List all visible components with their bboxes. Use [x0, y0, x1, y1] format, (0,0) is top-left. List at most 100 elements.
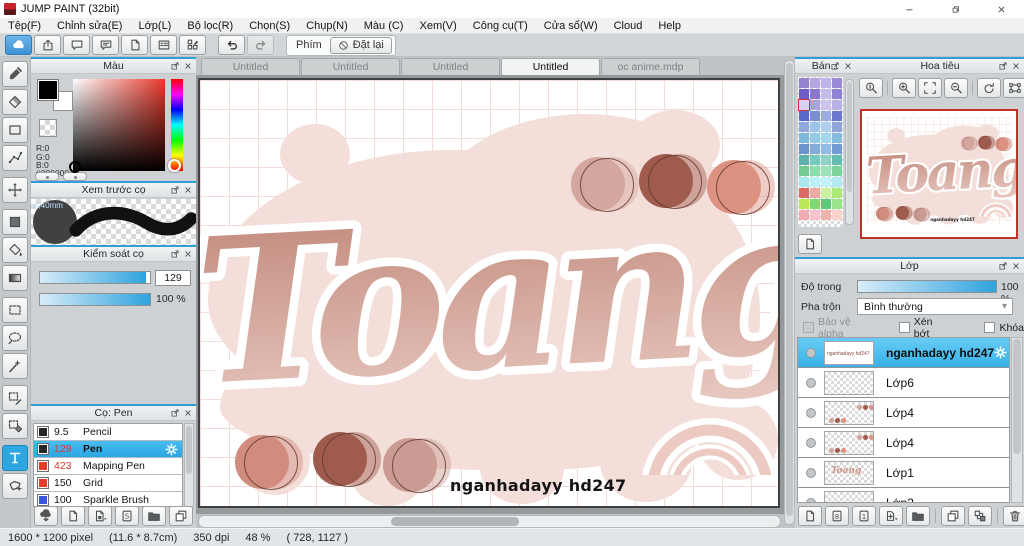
close-button[interactable]	[978, 0, 1024, 18]
tab-3[interactable]: Untitled	[501, 58, 600, 75]
menu-item-0[interactable]: Tệp(F)	[0, 18, 49, 34]
lock-checkbox[interactable]: Khóa	[984, 322, 1024, 334]
menu-item-2[interactable]: Lớp(L)	[130, 18, 179, 34]
foreground-color-swatch[interactable]	[37, 79, 59, 101]
brush-opacity-slider[interactable]	[39, 293, 151, 306]
new-8bit-layer-button[interactable]: 8	[825, 506, 849, 526]
palette-swatch[interactable]	[799, 89, 809, 99]
close-icon[interactable]	[183, 185, 193, 195]
palette-swatch[interactable]	[810, 166, 820, 176]
brush-folder-button[interactable]	[142, 506, 166, 526]
blend-mode-select[interactable]: Bình thường ▾	[857, 298, 1013, 315]
palette-swatch[interactable]	[821, 199, 831, 209]
gear-icon[interactable]	[165, 442, 178, 456]
tab-2[interactable]: Untitled	[401, 58, 500, 75]
brush-size-slider[interactable]	[39, 271, 151, 284]
palette-swatch[interactable]	[799, 144, 809, 154]
close-icon[interactable]	[183, 249, 193, 259]
shape-tool[interactable]	[2, 117, 28, 143]
popout-icon[interactable]	[170, 249, 180, 259]
delete-layer-button[interactable]	[1003, 506, 1024, 526]
protect-alpha-checkbox[interactable]: Bảo vệ alpha	[803, 316, 873, 340]
palette-swatch[interactable]	[799, 188, 809, 198]
popout-icon[interactable]	[170, 61, 180, 71]
palette-swatch[interactable]	[810, 100, 820, 110]
menu-item-8[interactable]: Công cụ(T)	[465, 18, 536, 34]
brush-row[interactable]: 100 Sparkle Brush	[34, 492, 182, 506]
saturation-value-picker[interactable]	[73, 79, 165, 171]
palette-swatch[interactable]	[799, 155, 809, 165]
lasso-tool[interactable]	[2, 325, 28, 351]
script-brush-button[interactable]: S	[115, 506, 139, 526]
new-palette-color-button[interactable]	[798, 234, 822, 254]
palette-swatch[interactable]	[810, 133, 820, 143]
palette-swatch[interactable]	[799, 78, 809, 88]
layer-visibility-dot[interactable]	[806, 437, 816, 448]
menu-item-9[interactable]: Cửa sổ(W)	[536, 18, 606, 34]
merge-layer-button[interactable]	[968, 506, 992, 526]
palette-swatch[interactable]	[810, 78, 820, 88]
palette-swatch[interactable]	[798, 99, 810, 111]
palette-swatch[interactable]	[799, 111, 809, 121]
palette-swatch[interactable]	[821, 144, 831, 154]
palette-swatch[interactable]	[810, 144, 820, 154]
layer-row[interactable]: Lớp4	[798, 398, 1009, 428]
duplicate-brush-button[interactable]	[169, 506, 193, 526]
layer-visibility-dot[interactable]	[806, 497, 816, 502]
palette-swatch[interactable]	[810, 89, 820, 99]
palette-swatch[interactable]	[810, 177, 820, 187]
palette-swatch[interactable]	[799, 210, 809, 220]
frame-button[interactable]	[1003, 78, 1024, 98]
select-pen-tool[interactable]	[2, 385, 28, 411]
palette-swatch[interactable]	[799, 133, 809, 143]
layer-row[interactable]: Toang Lớp1	[798, 458, 1009, 488]
palette-swatch[interactable]	[832, 155, 842, 165]
tab-0[interactable]: Untitled	[201, 58, 300, 75]
new-brush-button[interactable]	[61, 506, 85, 526]
menu-item-11[interactable]: Help	[650, 18, 689, 34]
comment-button[interactable]	[63, 35, 90, 55]
layer-row[interactable]: Lớp4	[798, 428, 1009, 458]
transparent-color-swatch[interactable]	[39, 119, 57, 137]
popout-icon[interactable]	[170, 185, 180, 195]
zoom-100-button[interactable]	[859, 78, 883, 98]
brush-row[interactable]: 9.5 Pencil	[34, 424, 182, 441]
popout-icon[interactable]	[998, 261, 1008, 271]
redo-button[interactable]	[247, 35, 274, 55]
restore-button[interactable]	[932, 0, 978, 18]
brush-row[interactable]: 150 Grid	[34, 475, 182, 492]
reset-rotation-button[interactable]	[977, 78, 1001, 98]
palette-swatch[interactable]	[821, 166, 831, 176]
palette-swatch[interactable]	[832, 199, 842, 209]
popout-icon[interactable]	[170, 408, 180, 418]
palette-swatch[interactable]	[832, 144, 842, 154]
gradient-tool[interactable]	[2, 265, 28, 291]
fit-screen-button[interactable]	[918, 78, 942, 98]
layers-scrollbar[interactable]	[1011, 337, 1023, 503]
palette-swatch[interactable]	[832, 210, 842, 220]
brush-tool[interactable]	[2, 61, 28, 87]
layer-row[interactable]: nganhadayy hd247 nganhadayy hd247	[798, 338, 1009, 368]
select-rect-tool[interactable]	[2, 297, 28, 323]
clipping-checkbox[interactable]: Xén bớt	[898, 316, 947, 340]
menu-item-7[interactable]: Xem(V)	[411, 18, 464, 34]
palette-swatch[interactable]	[821, 155, 831, 165]
layer-row[interactable]: Lớp6	[798, 368, 1009, 398]
hue-slider[interactable]	[171, 79, 183, 171]
palette-swatch[interactable]	[821, 100, 831, 110]
layer-visibility-dot[interactable]	[806, 467, 816, 478]
close-icon[interactable]	[1011, 261, 1021, 271]
palette-swatch[interactable]	[832, 166, 842, 176]
duplicate-layer-button[interactable]	[941, 506, 965, 526]
palette-swatch[interactable]	[832, 111, 842, 121]
layer-visibility-dot[interactable]	[806, 407, 816, 418]
palette-swatch[interactable]	[799, 199, 809, 209]
palette-swatch[interactable]	[821, 188, 831, 198]
new-layer-button[interactable]	[798, 506, 822, 526]
palette-swatch[interactable]	[810, 111, 820, 121]
menu-item-10[interactable]: Cloud	[606, 18, 651, 34]
brush-size-value[interactable]: 129	[155, 270, 191, 286]
palette-edit-button[interactable]	[179, 35, 206, 55]
control-point-tool[interactable]	[2, 145, 28, 171]
palette-swatch[interactable]	[810, 188, 820, 198]
